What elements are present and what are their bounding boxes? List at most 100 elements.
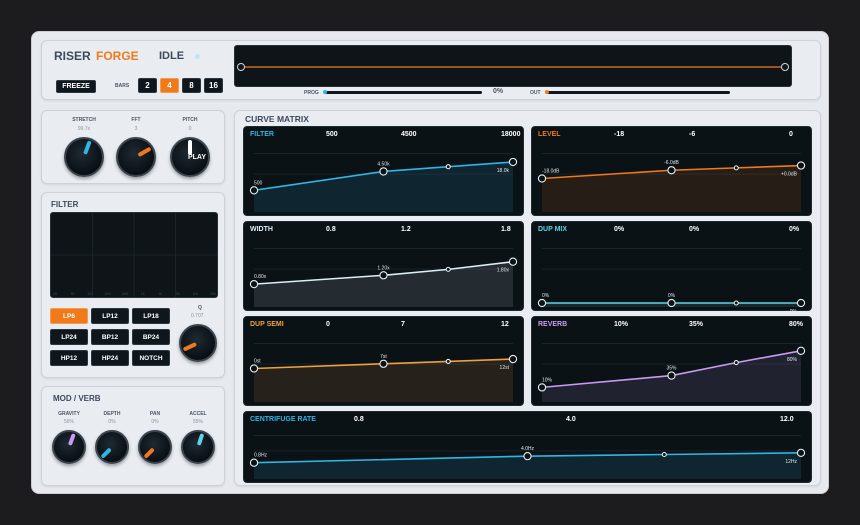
curve-width[interactable]: WIDTH 0.8 1.2 1.8 0.80x 1.20x 1.80x bbox=[243, 221, 524, 311]
curve-handle[interactable] bbox=[249, 458, 259, 467]
filter-type-hp24[interactable]: HP24 bbox=[91, 350, 129, 366]
filter-type-notch[interactable]: NOTCH bbox=[132, 350, 170, 366]
curve-reverb[interactable]: REVERB 10% 35% 80% 10% 35% 80% bbox=[531, 316, 812, 406]
curve-point-label: 7st bbox=[380, 354, 387, 360]
plugin-window: RISER FORGE IDLE FREEZE BARS 2 4 8 16 PROG … bbox=[31, 31, 829, 494]
prog-value: 0% bbox=[493, 88, 504, 95]
top-knob-1[interactable] bbox=[116, 137, 156, 177]
curve-plot: 10% 35% 80% bbox=[537, 343, 806, 402]
curve-handle[interactable] bbox=[796, 161, 806, 170]
curve-handle[interactable] bbox=[445, 266, 451, 272]
curve-dup-mix[interactable]: DUP MIX 0% 0% 0% 0% 0% 0% bbox=[531, 221, 812, 312]
curve-handle[interactable] bbox=[667, 371, 676, 380]
freeze-button[interactable]: FREEZE bbox=[56, 80, 96, 93]
curve-handle[interactable] bbox=[445, 358, 451, 364]
curve-handle[interactable] bbox=[796, 346, 806, 355]
curve-handle[interactable] bbox=[445, 164, 451, 170]
filter-axis-tick: 500 bbox=[122, 292, 128, 296]
out-label: OUT bbox=[530, 90, 541, 96]
mod-knob-1[interactable] bbox=[95, 430, 129, 464]
bars-button-4[interactable]: 4 bbox=[160, 78, 179, 93]
curve-handle[interactable] bbox=[379, 167, 388, 176]
curve-handle[interactable] bbox=[661, 451, 667, 458]
bars-button-16[interactable]: 16 bbox=[204, 78, 223, 93]
curve-handle[interactable] bbox=[733, 165, 739, 171]
curve-handle[interactable] bbox=[523, 451, 532, 461]
filter-axis-tick: 100 bbox=[87, 292, 93, 296]
filter-panel: FILTER 20 50 100 200 500 1k 2k 5k 10k 20k LP6 LP12… bbox=[41, 192, 225, 378]
mod-knob-3[interactable] bbox=[181, 430, 215, 464]
curve-point-label: 1.20x bbox=[377, 265, 390, 271]
curve-filter[interactable]: FILTER 500 4500 18000 500 4.50k 18.0k bbox=[243, 126, 524, 216]
curve-plot: -18.0dB -6.0dB +0.0dB bbox=[537, 153, 806, 212]
curve-handle[interactable] bbox=[249, 364, 259, 373]
filter-graph: 20 50 100 200 500 1k 2k 5k 10k 20k bbox=[50, 212, 218, 298]
curve-handle[interactable] bbox=[667, 166, 676, 175]
curve-handle[interactable] bbox=[733, 300, 739, 306]
filter-type-bp24[interactable]: BP24 bbox=[132, 329, 170, 345]
q-label: Q bbox=[198, 305, 202, 311]
curve-point-label: 4.0Hz bbox=[521, 446, 535, 452]
curve-plot: 0.80x 1.20x 1.80x bbox=[249, 248, 518, 307]
mod-value-3: 55% bbox=[192, 419, 203, 425]
curve-handle[interactable] bbox=[667, 298, 676, 308]
top-knob-indicator-1 bbox=[137, 146, 152, 158]
curve-handle[interactable] bbox=[733, 360, 739, 366]
curve-point-label: 10% bbox=[542, 377, 553, 383]
status-led bbox=[195, 54, 200, 59]
top-knob-0[interactable] bbox=[64, 137, 104, 177]
curve-plot: 500 4.50k 18.0k bbox=[249, 153, 518, 212]
mod-knob-2[interactable] bbox=[138, 430, 172, 464]
filter-type-lp24[interactable]: LP24 bbox=[50, 329, 88, 345]
brand-forge: FORGE bbox=[96, 49, 139, 63]
curve-handle[interactable] bbox=[379, 271, 388, 280]
curve-handle[interactable] bbox=[796, 448, 806, 458]
top-label-2: PITCH bbox=[182, 117, 198, 123]
filter-type-lp18[interactable]: LP18 bbox=[132, 308, 170, 324]
filter-axis-tick: 5k bbox=[176, 292, 180, 296]
top-knob-indicator-0 bbox=[82, 140, 92, 156]
prog-bar-marker bbox=[323, 90, 327, 94]
filter-type-lp12[interactable]: LP12 bbox=[91, 308, 129, 324]
curve-dup-semi[interactable]: DUP SEMI 0 7 12 0st 7st 12st bbox=[243, 316, 524, 406]
curve-plot: 0.8Hz 4.0Hz 12Hz bbox=[249, 435, 806, 479]
bars-button-2[interactable]: 2 bbox=[138, 78, 157, 93]
curve-handle[interactable] bbox=[249, 279, 259, 289]
filter-type-bp12[interactable]: BP12 bbox=[91, 329, 129, 345]
curve-level[interactable]: LEVEL -18 -6 0 -18.0dB -6.0dB +0.0dB bbox=[531, 126, 812, 216]
filter-type-hp12[interactable]: HP12 bbox=[50, 350, 88, 366]
curve-point-label: 500 bbox=[254, 180, 263, 186]
curve-handle[interactable] bbox=[508, 157, 518, 167]
curve-point-label: 12st bbox=[500, 365, 510, 371]
curve-matrix-title: CURVE MATRIX bbox=[245, 114, 309, 124]
curve-point-label: 0.8Hz bbox=[254, 453, 268, 459]
filter-type-lp6[interactable]: LP6 bbox=[50, 308, 88, 324]
curve-point-label: 4.50k bbox=[377, 161, 390, 167]
bars-label: BARS bbox=[115, 83, 130, 89]
curve-centrifuge-rate[interactable]: CENTRIFUGE RATE 0.8 4.0 12.0 0.8Hz 4.0Hz 12Hz bbox=[243, 411, 812, 483]
filter-axis-tick: 200 bbox=[105, 292, 111, 296]
curve-handle[interactable] bbox=[508, 354, 518, 364]
header-panel: RISER FORGE IDLE FREEZE BARS 2 4 8 16 PROG … bbox=[41, 40, 821, 100]
filter-axis-tick: 10k bbox=[193, 292, 199, 296]
curve-handle[interactable] bbox=[537, 383, 547, 392]
q-knob-indicator bbox=[182, 342, 198, 352]
curve-handle[interactable] bbox=[796, 298, 806, 308]
curve-point-label: 35% bbox=[666, 366, 677, 372]
curve-handle[interactable] bbox=[537, 174, 547, 183]
mod-knob-indicator-1 bbox=[100, 447, 112, 459]
brand-riser: RISER bbox=[54, 49, 91, 63]
mod-knob-0[interactable] bbox=[52, 430, 86, 464]
curve-handle[interactable] bbox=[537, 298, 547, 308]
q-value: 0.707 bbox=[191, 313, 204, 319]
curve-point-label: 0% bbox=[542, 293, 550, 299]
curve-point-label: +0.0dB bbox=[781, 172, 798, 178]
q-knob[interactable] bbox=[179, 324, 217, 362]
top-knob-2[interactable]: PLAY bbox=[170, 137, 210, 177]
curve-point-label: 80% bbox=[787, 357, 798, 363]
filter-axis-tick: 50 bbox=[71, 292, 75, 296]
curve-handle[interactable] bbox=[379, 359, 388, 368]
bars-button-8[interactable]: 8 bbox=[182, 78, 201, 93]
curve-handle[interactable] bbox=[508, 257, 518, 266]
curve-handle[interactable] bbox=[249, 186, 259, 195]
